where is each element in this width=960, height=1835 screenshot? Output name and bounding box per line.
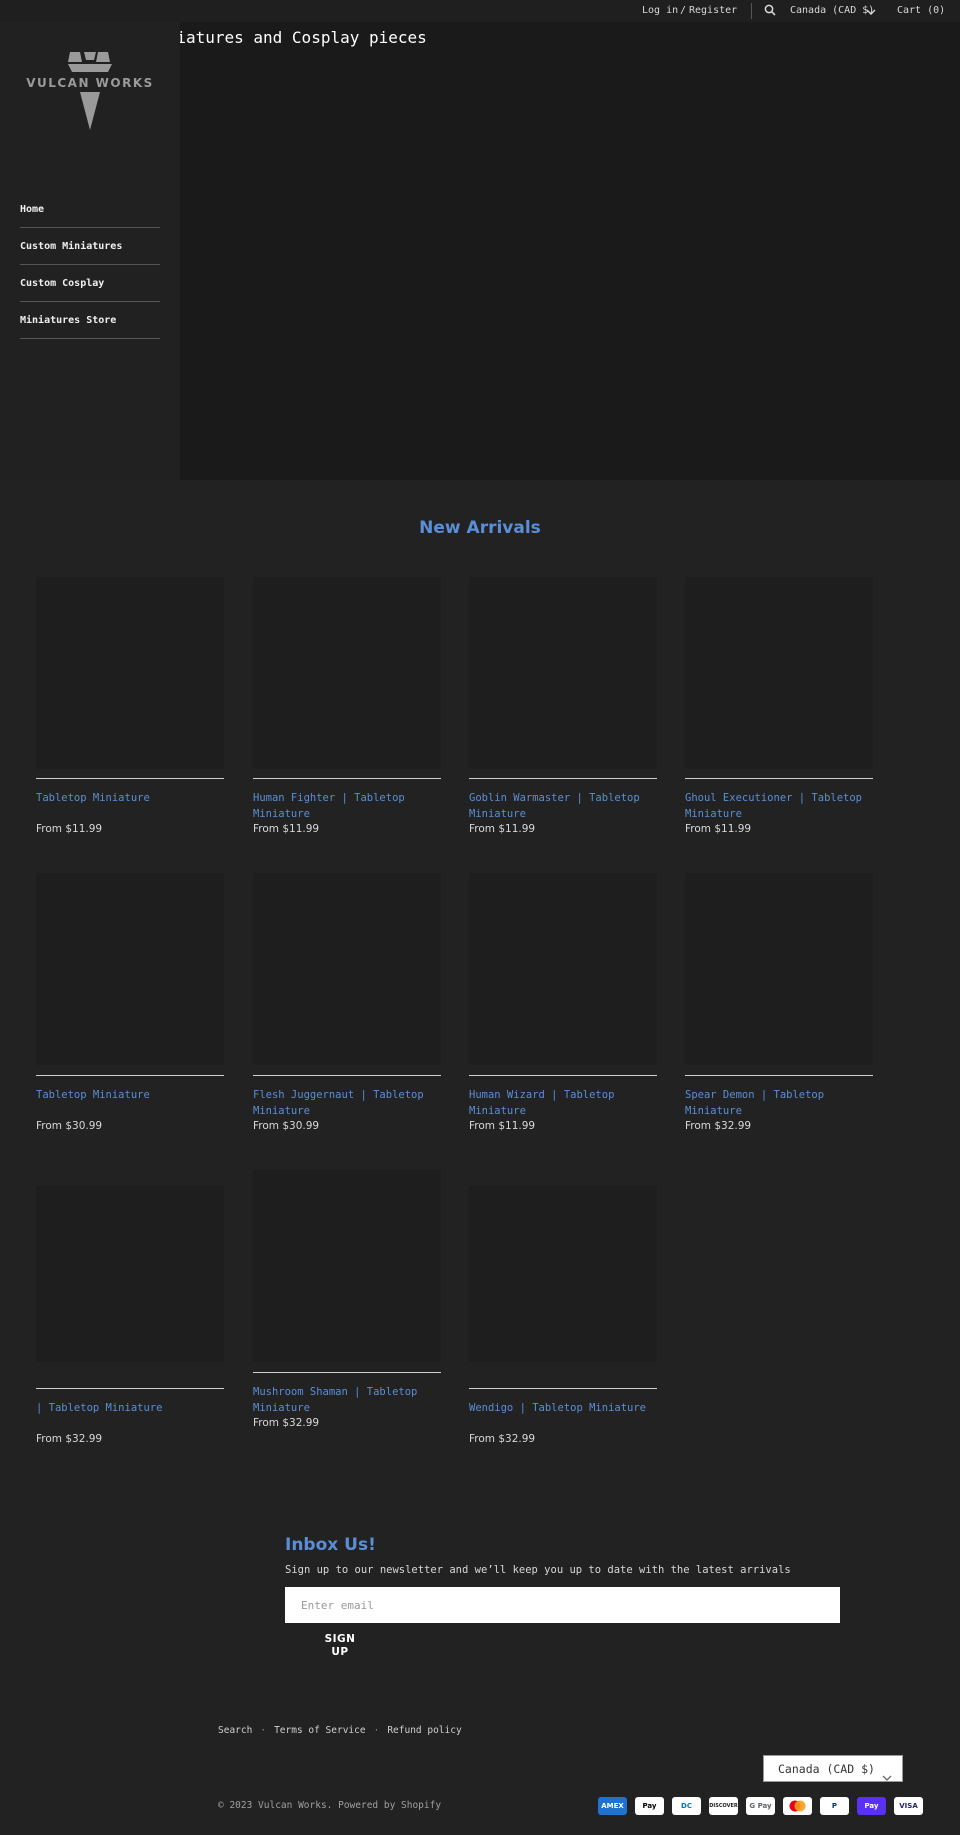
product-name[interactable]: | Tabletop Miniature [36, 1400, 224, 1416]
logo-mark-icon [68, 52, 112, 130]
topbar-divider [751, 3, 752, 19]
visa-icon: VISA [894, 1797, 923, 1815]
footer-link-search[interactable]: Search [218, 1725, 252, 1736]
discover-icon: DISCOVER [709, 1797, 738, 1815]
product-divider [253, 1075, 441, 1076]
product-price: From $32.99 [253, 1417, 320, 1429]
search-icon[interactable] [764, 4, 776, 19]
paypal-icon: P [820, 1797, 849, 1815]
product-image[interactable] [253, 577, 441, 769]
nav-item-miniatures-store[interactable]: Miniatures Store [20, 302, 160, 339]
payment-icon-label: Pay [864, 1802, 879, 1810]
product-image[interactable] [253, 1170, 441, 1362]
product-name[interactable]: Ghoul Executioner | Tabletop Miniature [685, 790, 873, 822]
hero-banner: Custom Miniatures and Cosplay pieces [180, 22, 960, 480]
register-link[interactable]: Register [689, 5, 737, 16]
product-image[interactable] [36, 873, 224, 1065]
product-name[interactable]: Human Wizard | Tabletop Miniature [469, 1087, 657, 1119]
hero-title: Custom Miniatures and Cosplay pieces [180, 28, 427, 47]
payment-icon-label: G Pay [749, 1802, 772, 1810]
product-name[interactable]: Human Fighter | Tabletop Miniature [253, 790, 441, 822]
product-price: From $11.99 [253, 823, 320, 835]
product-name[interactable]: Tabletop Miniature [36, 790, 224, 806]
chevron-down-icon[interactable] [866, 8, 876, 19]
nav-item-custom-miniatures[interactable]: Custom Miniatures [20, 228, 160, 265]
product-divider [469, 1075, 657, 1076]
shop-pay-icon: Pay [857, 1797, 886, 1815]
email-input[interactable] [285, 1587, 840, 1623]
main-nav: Home Custom Miniatures Custom Cosplay Mi… [20, 198, 160, 339]
product-divider [685, 1075, 873, 1076]
new-arrivals-title: New Arrivals [419, 518, 541, 538]
product-price: From $32.99 [469, 1433, 536, 1445]
google-pay-icon: G Pay [746, 1797, 775, 1815]
diners-club-icon: DC [672, 1797, 701, 1815]
footer-separator: · [260, 1725, 267, 1736]
product-divider [36, 778, 224, 779]
product-price: From $11.99 [36, 823, 103, 835]
product-price: From $32.99 [36, 1433, 103, 1445]
login-divider: / [680, 5, 687, 16]
footer-separator: · [373, 1725, 380, 1736]
newsletter-subtitle: Sign up to our newsletter and we’ll keep… [285, 1564, 791, 1576]
cart-link[interactable]: Cart (0) [897, 5, 945, 16]
product-image[interactable] [36, 1186, 224, 1362]
amex-icon: AMEX [598, 1797, 627, 1815]
product-name[interactable]: Mushroom Shaman | Tabletop Miniature [253, 1384, 441, 1416]
chevron-down-icon [882, 1775, 892, 1786]
product-divider [469, 778, 657, 779]
top-utility-bar: Log in / Register Canada (CAD $) Cart (0… [0, 0, 960, 22]
sidebar: VULCAN WORKS Home Custom Miniatures Cust… [0, 22, 180, 480]
product-divider [469, 1388, 657, 1389]
footer-links: Search · Terms of Service · Refund policy [218, 1725, 462, 1736]
product-price: From $11.99 [469, 1120, 536, 1132]
currency-selector[interactable]: Canada (CAD $) [790, 5, 874, 16]
payment-icon-label: DC [681, 1802, 692, 1810]
product-image[interactable] [253, 873, 441, 1065]
payment-icon-label: VISA [899, 1802, 918, 1810]
product-divider [253, 1372, 441, 1373]
product-name[interactable]: Goblin Warmaster | Tabletop Miniature [469, 790, 657, 822]
product-divider [253, 778, 441, 779]
product-price: From $30.99 [36, 1120, 103, 1132]
product-name[interactable]: Spear Demon | Tabletop Miniature [685, 1087, 873, 1119]
mastercard-icon [783, 1797, 812, 1815]
payment-icon-label: DISCOVER [709, 1803, 738, 1809]
payment-icon-label: P [831, 1802, 838, 1810]
payment-icon-label: Pay [642, 1802, 657, 1810]
sign-up-label-line1: SIGN [324, 1633, 356, 1645]
product-divider [36, 1388, 224, 1389]
nav-item-home[interactable]: Home [20, 198, 160, 228]
footer-link-refund[interactable]: Refund policy [387, 1725, 461, 1736]
logo-text: VULCAN WORKS [26, 76, 154, 90]
payment-icon-label: AMEX [601, 1802, 624, 1810]
product-divider [685, 778, 873, 779]
product-price: From $30.99 [253, 1120, 320, 1132]
brand-logo[interactable]: VULCAN WORKS [22, 48, 158, 136]
product-name[interactable]: Wendigo | Tabletop Miniature [469, 1400, 657, 1416]
nav-item-custom-cosplay[interactable]: Custom Cosplay [20, 265, 160, 302]
product-image[interactable] [469, 873, 657, 1065]
footer-link-terms[interactable]: Terms of Service [274, 1725, 366, 1736]
product-image[interactable] [685, 577, 873, 769]
product-divider [36, 1075, 224, 1076]
apple-pay-icon: Pay [635, 1797, 664, 1815]
product-image[interactable] [685, 873, 873, 1065]
product-name[interactable]: Flesh Juggernaut | Tabletop Miniature [253, 1087, 441, 1119]
product-image[interactable] [36, 577, 224, 769]
sign-up-button[interactable]: SIGN UP [310, 1633, 370, 1659]
product-price: From $32.99 [685, 1120, 752, 1132]
login-link[interactable]: Log in [642, 5, 678, 16]
product-price: From $11.99 [685, 823, 752, 835]
product-name[interactable]: Tabletop Miniature [36, 1087, 224, 1103]
product-image[interactable] [469, 577, 657, 769]
product-price: From $11.99 [469, 823, 536, 835]
copyright-text: © 2023 Vulcan Works. Powered by Shopify [218, 1800, 442, 1811]
product-image[interactable] [469, 1186, 657, 1362]
newsletter-title: Inbox Us! [285, 1535, 376, 1555]
sign-up-label-line2: UP [331, 1646, 349, 1658]
